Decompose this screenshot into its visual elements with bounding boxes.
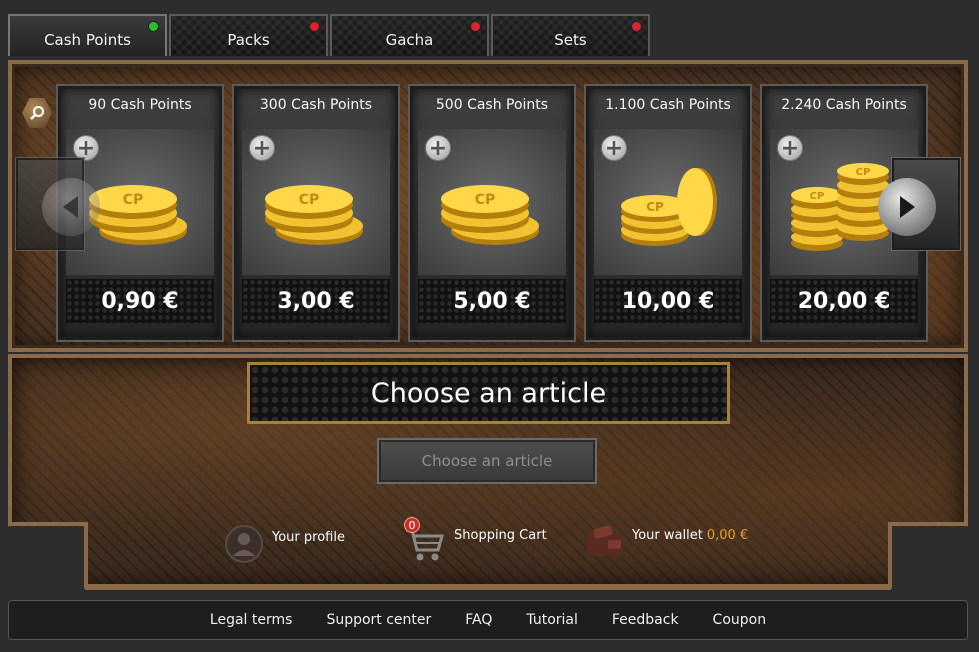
tutorial-link[interactable]: Tutorial [526, 612, 577, 628]
tab-label: Packs [227, 31, 270, 49]
svg-text:CP: CP [123, 192, 144, 208]
search-button[interactable] [22, 98, 52, 128]
chevron-left-icon [42, 178, 100, 236]
coin-stack-icon: CP [441, 185, 539, 245]
price-box: 3,00 € [242, 279, 390, 323]
cart-label: Shopping Cart [454, 527, 547, 543]
svg-text:CP: CP [856, 167, 871, 178]
product-price: 10,00 € [621, 288, 715, 314]
coin-stack-icon: CP [621, 168, 717, 246]
price-box: 0,90 € [66, 279, 214, 323]
svg-text:CP: CP [475, 192, 496, 208]
tab-sets[interactable]: Sets [491, 14, 650, 56]
product-price: 5,00 € [453, 288, 531, 314]
shopping-cart-link[interactable]: 0 Shopping Cart [402, 517, 547, 564]
product-title: 90 Cash Points [88, 97, 192, 113]
carousel-prev-button[interactable] [16, 158, 100, 250]
status-indicator [631, 21, 642, 32]
profile-icon [225, 525, 263, 563]
profile-label: Your profile [272, 529, 345, 545]
status-indicator [148, 21, 159, 32]
svg-text:CP: CP [299, 192, 320, 208]
product-carousel: 90 Cash Points + CP 0,90 € 300 Cash Poin… [8, 60, 968, 352]
product-price: 20,00 € [797, 288, 891, 314]
article-title: Choose an article [247, 362, 730, 424]
product-card[interactable]: 500 Cash Points + CP 5,00 € [410, 86, 574, 340]
tab-packs[interactable]: Packs [169, 14, 328, 56]
tab-label: Sets [554, 31, 587, 49]
coin-stack-icon: CP [265, 185, 363, 245]
product-price: 0,90 € [101, 288, 179, 314]
legal-terms-link[interactable]: Legal terms [210, 612, 293, 628]
product-title: 1.100 Cash Points [605, 97, 731, 113]
tab-gacha[interactable]: Gacha [330, 14, 489, 56]
price-box: 5,00 € [418, 279, 566, 323]
chevron-right-icon [878, 178, 936, 236]
product-title: 500 Cash Points [435, 97, 549, 113]
status-indicator [309, 21, 320, 32]
category-tabs: Cash Points Packs Gacha Sets [8, 14, 652, 56]
wallet-link[interactable]: Your wallet 0,00 € [584, 522, 748, 562]
product-title: 2.240 Cash Points [781, 97, 907, 113]
feedback-link[interactable]: Feedback [612, 612, 679, 628]
status-indicator [470, 21, 481, 32]
product-price: 3,00 € [277, 288, 355, 314]
tab-label: Gacha [385, 31, 434, 49]
wallet-amount: 0,00 € [706, 527, 749, 543]
tab-cash-points[interactable]: Cash Points [8, 14, 167, 56]
price-box: 20,00 € [770, 279, 918, 323]
product-card[interactable]: 300 Cash Points + CP 3,00 € [234, 86, 398, 340]
search-icon [30, 106, 44, 120]
svg-text:CP: CP [646, 200, 664, 214]
product-title: 300 Cash Points [259, 97, 373, 113]
faq-link[interactable]: FAQ [465, 612, 492, 628]
profile-link[interactable]: Your profile [224, 522, 345, 564]
wallet-icon [587, 525, 621, 556]
carousel-next-button[interactable] [878, 158, 960, 250]
svg-text:CP: CP [810, 191, 825, 202]
coupon-link[interactable]: Coupon [713, 612, 767, 628]
support-center-link[interactable]: Support center [326, 612, 431, 628]
cart-count-badge: 0 [404, 517, 420, 533]
price-box: 10,00 € [594, 279, 742, 323]
choose-article-button[interactable]: Choose an article [377, 438, 597, 484]
tab-label: Cash Points [44, 31, 131, 49]
footer-nav: Legal terms Support center FAQ Tutorial … [8, 600, 968, 640]
wallet-label: Your wallet [632, 527, 703, 543]
product-card[interactable]: 1.100 Cash Points + CP 10,00 € [586, 86, 750, 340]
